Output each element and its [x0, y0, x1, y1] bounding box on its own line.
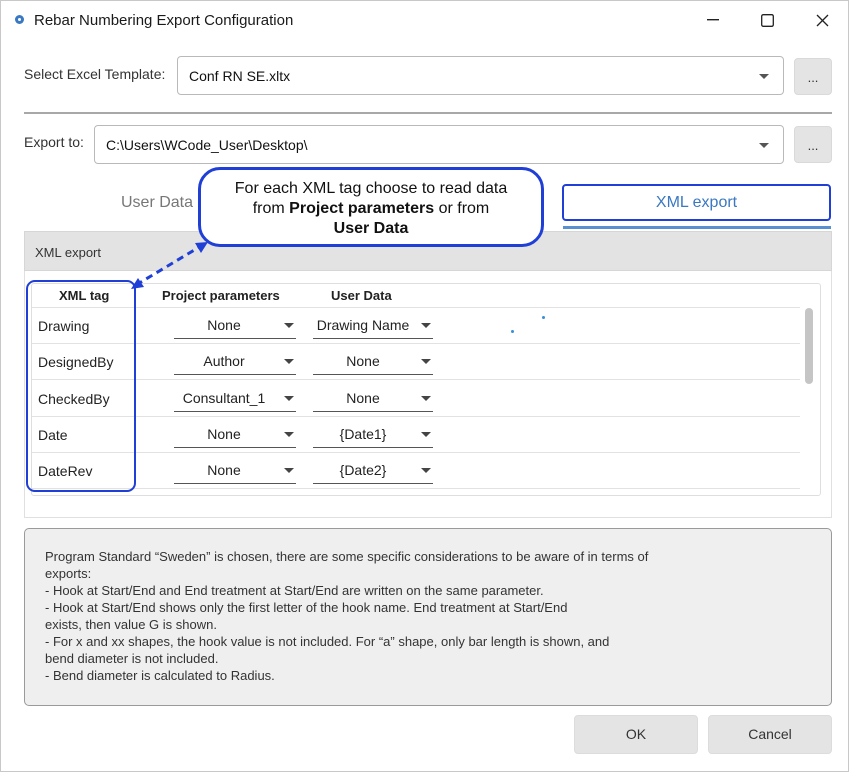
template-value: Conf RN SE.xltx — [189, 68, 291, 84]
info-line: bend diameter is not included. — [45, 651, 219, 666]
info-line: - Hook at Start/End shows only the first… — [45, 600, 568, 615]
minimize-button[interactable] — [691, 5, 735, 35]
export-path-select[interactable]: C:\Users\WCode_User\Desktop\ — [94, 125, 784, 164]
project-parameter-dropdown[interactable]: Author — [174, 349, 296, 375]
row-divider — [32, 452, 800, 453]
project-parameter-dropdown[interactable]: None — [174, 458, 296, 484]
row-divider — [32, 307, 800, 308]
close-icon — [816, 14, 828, 26]
title-bar: Rebar Numbering Export Configuration — [1, 1, 848, 39]
chevron-down-icon — [284, 323, 294, 328]
export-label: Export to: — [24, 134, 84, 150]
template-label: Select Excel Template: — [24, 66, 166, 82]
row-divider — [32, 379, 800, 380]
ok-button[interactable]: OK — [574, 715, 698, 754]
divider — [24, 112, 832, 114]
chevron-down-icon — [421, 468, 431, 473]
callout-line-1: For each XML tag choose to read data — [234, 180, 508, 197]
tab-selected-indicator — [563, 226, 831, 229]
annotation-callout: For each XML tag choose to read data fro… — [198, 167, 544, 247]
user-data-dropdown[interactable]: None — [313, 386, 433, 412]
info-line: - Bend diameter is calculated to Radius. — [45, 668, 275, 683]
dialog-window: Rebar Numbering Export Configuration Sel… — [0, 0, 849, 772]
chevron-down-icon — [284, 359, 294, 364]
stray-dot — [542, 316, 545, 319]
stray-dot — [511, 330, 514, 333]
info-line: exists, then value G is shown. — [45, 617, 217, 632]
export-path-value: C:\Users\WCode_User\Desktop\ — [106, 137, 308, 153]
row-divider — [32, 343, 800, 344]
user-data-dropdown[interactable]: None — [313, 349, 433, 375]
chevron-down-icon — [421, 432, 431, 437]
chevron-down-icon — [421, 359, 431, 364]
user-data-dropdown[interactable]: {Date2} — [313, 458, 433, 484]
chevron-down-icon — [284, 432, 294, 437]
dropdown-value: None — [207, 426, 241, 442]
template-select[interactable]: Conf RN SE.xltx — [177, 56, 784, 95]
column-header-project-parameters: Project parameters — [162, 288, 280, 303]
project-parameter-dropdown[interactable]: Consultant_1 — [174, 386, 296, 412]
dropdown-value: None — [207, 462, 241, 478]
chevron-down-icon — [759, 74, 769, 79]
dropdown-value: Author — [203, 353, 245, 369]
dropdown-value: Consultant_1 — [182, 390, 266, 406]
maximize-icon — [760, 13, 774, 27]
grid-scrollbar[interactable] — [805, 308, 813, 384]
column-header-user-data: User Data — [331, 288, 392, 303]
user-data-dropdown[interactable]: Drawing Name — [313, 313, 433, 339]
row-divider — [32, 488, 800, 489]
window-title: Rebar Numbering Export Configuration — [34, 12, 294, 29]
chevron-down-icon — [284, 396, 294, 401]
info-line: exports: — [45, 566, 92, 581]
project-parameter-dropdown[interactable]: None — [174, 313, 296, 339]
user-data-dropdown[interactable]: {Date1} — [313, 422, 433, 448]
row-divider — [32, 416, 800, 417]
dropdown-value: None — [207, 317, 241, 333]
info-line: Program Standard “Sweden” is chosen, the… — [45, 549, 649, 564]
maximize-button[interactable] — [745, 5, 789, 35]
info-panel: Program Standard “Sweden” is chosen, the… — [24, 528, 832, 706]
tab-xml-export[interactable]: XML export — [562, 184, 831, 221]
cancel-button[interactable]: Cancel — [708, 715, 832, 754]
chevron-down-icon — [284, 468, 294, 473]
dropdown-value: Drawing Name — [316, 317, 410, 333]
dropdown-value: None — [346, 390, 380, 406]
app-icon — [15, 15, 24, 24]
tab-user-data[interactable]: User Data — [121, 194, 193, 212]
project-parameter-dropdown[interactable]: None — [174, 422, 296, 448]
chevron-down-icon — [421, 396, 431, 401]
callout-line-2: from Project parameters or from — [252, 200, 490, 217]
callout-line-3: User Data — [333, 220, 409, 237]
chevron-down-icon — [421, 323, 431, 328]
template-browse-button[interactable]: ... — [794, 58, 832, 95]
section-title: XML export — [35, 245, 101, 260]
export-browse-button[interactable]: ... — [794, 126, 832, 163]
close-button[interactable] — [800, 5, 844, 35]
info-line: - For x and xx shapes, the hook value is… — [45, 634, 610, 649]
minimize-icon — [707, 19, 719, 21]
annotation-highlight-box — [26, 280, 136, 492]
chevron-down-icon — [759, 143, 769, 148]
dropdown-value: {Date1} — [339, 426, 387, 442]
dropdown-value: None — [346, 353, 380, 369]
info-line: - Hook at Start/End and End treatment at… — [45, 583, 544, 598]
dropdown-value: {Date2} — [339, 462, 387, 478]
